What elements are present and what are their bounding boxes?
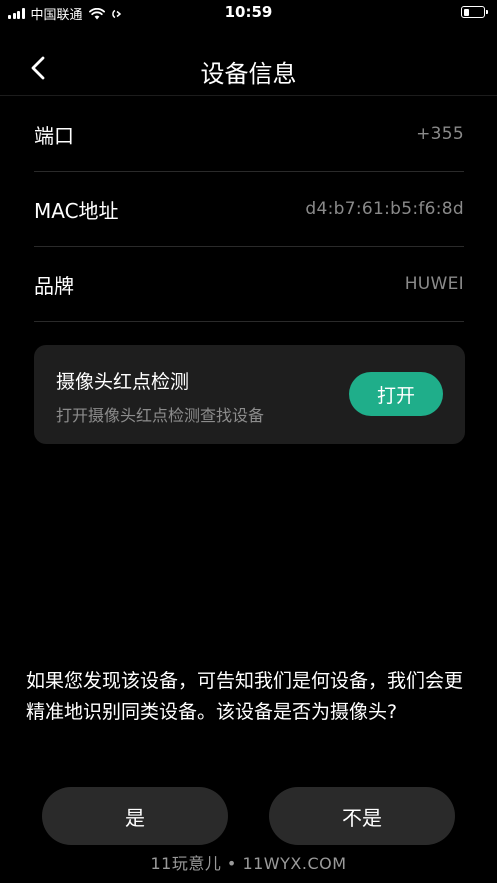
info-row-brand: 品牌 HUWEI — [34, 247, 464, 322]
nav-bar: 设备信息 — [0, 40, 497, 96]
yes-button[interactable]: 是 — [42, 787, 228, 845]
camera-question-text: 如果您发现该设备，可告知我们是何设备，我们会更精准地识别同类设备。该设备是否为摄… — [26, 670, 464, 723]
no-button[interactable]: 不是 — [269, 787, 455, 845]
chevron-left-icon — [31, 56, 45, 80]
device-info-list: 端口 +355 MAC地址 d4:b7:61:b5:f6:8d 品牌 HUWEI — [34, 97, 464, 322]
status-time: 10:59 — [224, 3, 273, 21]
info-value: HUWEI — [404, 274, 464, 294]
status-bar: 中国联通 10:59 — [0, 0, 497, 26]
card-title: 摄像头红点检测 — [56, 371, 190, 393]
info-label: 品牌 — [34, 273, 74, 298]
card-subtitle: 打开摄像头红点检测查找设备 — [56, 406, 265, 425]
info-row-port: 端口 +355 — [34, 97, 464, 172]
info-value: d4:b7:61:b5:f6:8d — [305, 199, 464, 219]
battery-icon — [461, 6, 488, 18]
watermark-text: 11玩意儿 • 11WYX.COM — [150, 854, 347, 873]
info-row-mac: MAC地址 d4:b7:61:b5:f6:8d — [34, 172, 464, 247]
info-label: MAC地址 — [34, 198, 119, 223]
camera-detection-card: 摄像头红点检测 打开摄像头红点检测查找设备 打开 — [34, 345, 465, 444]
back-button[interactable] — [22, 52, 54, 84]
info-label: 端口 — [34, 123, 74, 148]
info-value: +355 — [416, 124, 464, 144]
open-detection-button[interactable]: 打开 — [349, 372, 443, 416]
page-title: 设备信息 — [200, 60, 297, 88]
